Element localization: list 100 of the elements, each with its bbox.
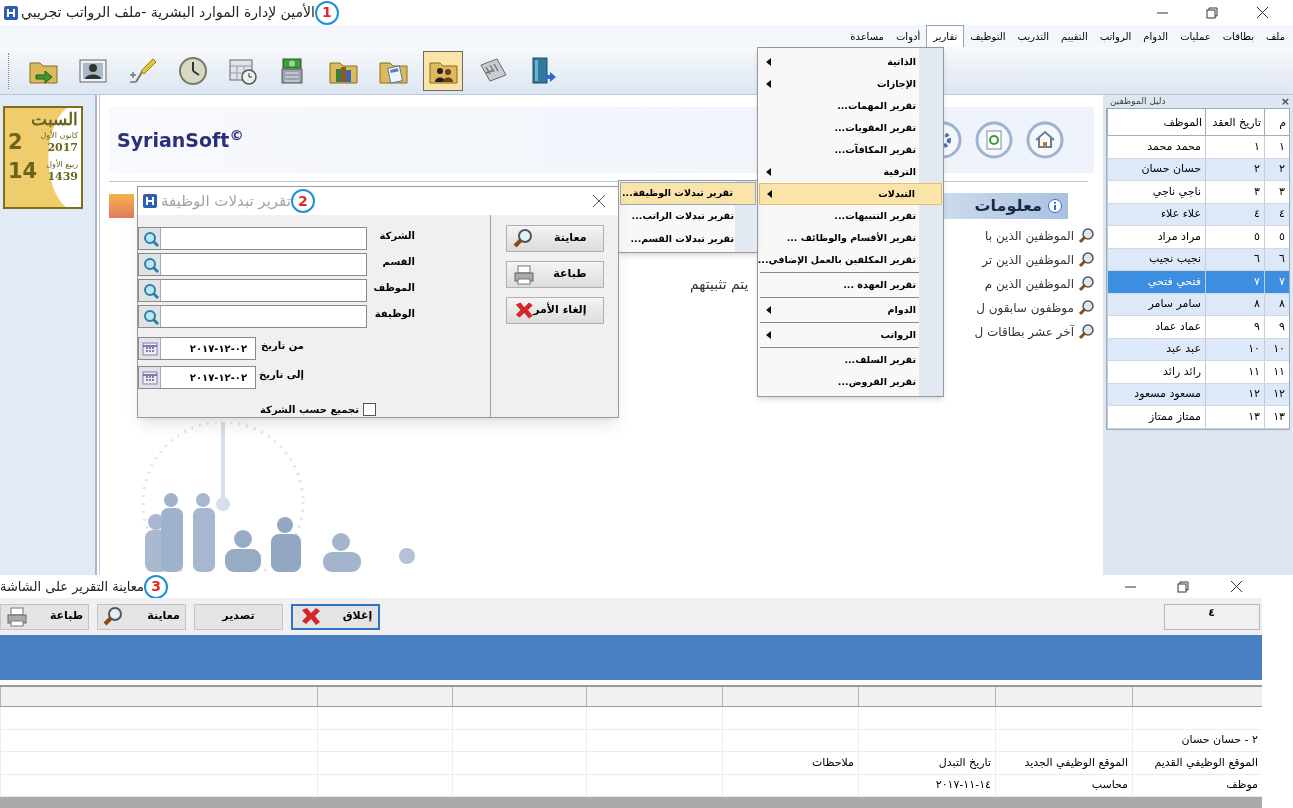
menu-item[interactable]: تقرير تبدلات الوظيفة... — [620, 182, 756, 205]
list-item-link[interactable]: الموظفين الذين م — [984, 275, 1074, 293]
table-row[interactable]: ١٣ ١٣ ممتاز ممتاز — [1107, 406, 1289, 429]
search-button[interactable] — [139, 228, 161, 249]
menu-item[interactable]: التدريب — [1011, 25, 1056, 47]
menu-item[interactable]: الترقية — [759, 161, 942, 183]
table-cell: فتحي فتحي — [1107, 271, 1205, 293]
printer-icon — [512, 263, 535, 286]
table-row[interactable]: ٨ ٨ سامر سامر — [1107, 293, 1289, 316]
menu-item[interactable]: تقرير المكلفين بالعمل الإضافي... — [759, 249, 942, 271]
list-item-link[interactable]: موظفون سابقون ل — [976, 299, 1074, 317]
table-row[interactable]: ٥ ٥ مراد مراد — [1107, 226, 1289, 249]
year-label: 2017 — [47, 140, 78, 154]
preview-button[interactable]: معاينة — [505, 225, 604, 252]
close-button[interactable] — [592, 194, 606, 208]
window-title: معاينة التقرير على الشاشة — [0, 577, 145, 596]
year-label: 1439 — [47, 169, 78, 183]
list-item-link[interactable]: الموظفين الذين با — [985, 227, 1074, 245]
menu-item[interactable]: تقرير الأقسام والوظائف ... — [759, 227, 942, 249]
menu-item[interactable]: الرواتب — [759, 324, 942, 346]
close-button[interactable]: × — [1280, 96, 1290, 107]
panel-title: دليل الموظفين — [1109, 94, 1166, 108]
checkbox[interactable] — [363, 403, 376, 416]
print-button[interactable]: طباعة — [0, 603, 89, 630]
menu-item[interactable]: التقييم — [1055, 25, 1094, 47]
table-cell: ٩ — [1264, 316, 1289, 338]
callout-badge: 1 — [314, 0, 339, 25]
menu-item[interactable]: بطاقات — [1216, 25, 1260, 47]
table-row[interactable]: ١١ ١١ رائد رائد — [1107, 361, 1289, 384]
table-cell: ٣ — [1264, 181, 1289, 203]
menu-item[interactable]: الدوام — [759, 299, 942, 321]
table-row[interactable]: ٩ ٩ عماد عماد — [1107, 316, 1289, 339]
table-cell: ٣ — [1205, 181, 1264, 203]
list-item-link[interactable]: آخر عشر بطاقات ل — [974, 323, 1074, 341]
lookup-field[interactable] — [138, 227, 367, 250]
calendar-button[interactable] — [139, 367, 161, 388]
menu-item[interactable]: تقرير القروض... — [759, 371, 942, 393]
caret-icon — [765, 305, 772, 315]
menu-item[interactable]: الذاتية — [759, 51, 942, 73]
magnifier-icon — [1078, 324, 1094, 340]
menu-item[interactable]: تقرير المهمات... — [759, 95, 942, 117]
date-field[interactable]: ٠٢-١٢-٢٠١٧ — [138, 366, 256, 389]
menu-item[interactable]: تقرير تبدلات الراتب... — [620, 205, 756, 228]
table-cell: حسان حسان — [1107, 158, 1205, 180]
restore-button[interactable] — [1174, 578, 1191, 595]
lookup-field[interactable] — [138, 253, 367, 276]
search-button[interactable] — [139, 254, 161, 275]
menu-item[interactable]: التبدلات — [759, 183, 942, 205]
refresh-icon[interactable] — [975, 121, 1013, 159]
menu-item[interactable]: تقرير السلف... — [759, 349, 942, 371]
cancel-button[interactable]: إغلاق — [291, 603, 380, 630]
menu-item[interactable]: ملف — [1259, 25, 1291, 47]
table-row[interactable]: ٢ ٢ حسان حسان — [1107, 158, 1289, 181]
menu-item[interactable]: تقرير التنبيهات... — [759, 205, 942, 227]
menu-item[interactable]: الدوام — [1137, 25, 1175, 47]
table-cell: ٨ — [1264, 293, 1289, 315]
menu-item[interactable]: مساعدة — [844, 25, 890, 47]
caret-icon — [765, 57, 772, 67]
table-row[interactable]: ١ ١ محمد محمد — [1107, 136, 1289, 159]
table-row[interactable]: ١٠ ١٠ عبد عبد — [1107, 338, 1289, 361]
table-cell: ٤ — [1264, 203, 1289, 225]
date-field[interactable]: ٠٢-١٢-٢٠١٧ — [138, 337, 256, 360]
export-button[interactable]: تصدير — [194, 603, 283, 630]
list-item-text: يتم تثبيتهم — [690, 274, 749, 295]
table-cell: ٥ — [1264, 226, 1289, 248]
field-label: الوظيفة — [373, 307, 416, 321]
menu-item[interactable]: تقرير العهدة ... — [759, 274, 942, 296]
restore-button[interactable] — [1204, 4, 1220, 21]
table-row[interactable]: ٣ ٣ ناجي ناجي — [1107, 181, 1289, 204]
table-cell: ١٢ — [1264, 383, 1289, 405]
search-button[interactable] — [139, 280, 161, 301]
menu-item[interactable]: الرواتب — [1093, 25, 1138, 47]
page-field[interactable]: ٤ — [1164, 603, 1260, 630]
menu-item[interactable]: تقرير المكافآت... — [759, 139, 942, 161]
info-icon — [1048, 199, 1062, 213]
folder-icon[interactable] — [423, 50, 463, 91]
menu-item[interactable]: تقارير — [926, 25, 965, 47]
menu-item[interactable]: أدوات — [889, 25, 927, 47]
menu-item[interactable]: عمليات — [1174, 25, 1217, 47]
field-label: الموظف — [372, 281, 416, 295]
magnifier-icon — [1078, 276, 1094, 292]
menu-item[interactable]: تقرير العقوبات... — [759, 117, 942, 139]
menu-item[interactable]: التوظيف — [964, 25, 1012, 47]
lookup-field[interactable] — [138, 279, 367, 302]
search-button[interactable] — [139, 306, 161, 327]
menu-item[interactable]: تقرير تبدلات القسم... — [620, 228, 756, 251]
table-row[interactable]: ٤ ٤ علاء علاء — [1107, 203, 1289, 226]
preview-button[interactable]: معاينة — [97, 603, 186, 630]
close-button[interactable] — [1254, 4, 1270, 21]
list-item-link[interactable]: الموظفين الذين تر — [982, 251, 1074, 269]
table-row[interactable]: ٦ ٦ نجيب نجيب — [1107, 248, 1289, 271]
table-cell: ١٠ — [1205, 338, 1264, 360]
table-row[interactable]: ١٢ ١٢ مسعود مسعود — [1107, 383, 1289, 406]
print-button[interactable]: طباعة — [505, 261, 604, 288]
menu-item[interactable]: الإجازات — [759, 73, 942, 95]
home-icon[interactable] — [1026, 121, 1064, 159]
lookup-field[interactable] — [138, 305, 367, 328]
calendar-button[interactable] — [139, 338, 161, 359]
cancel-button[interactable]: إلغاء الأمر — [505, 297, 604, 324]
table-cell: ٦ — [1264, 248, 1289, 270]
